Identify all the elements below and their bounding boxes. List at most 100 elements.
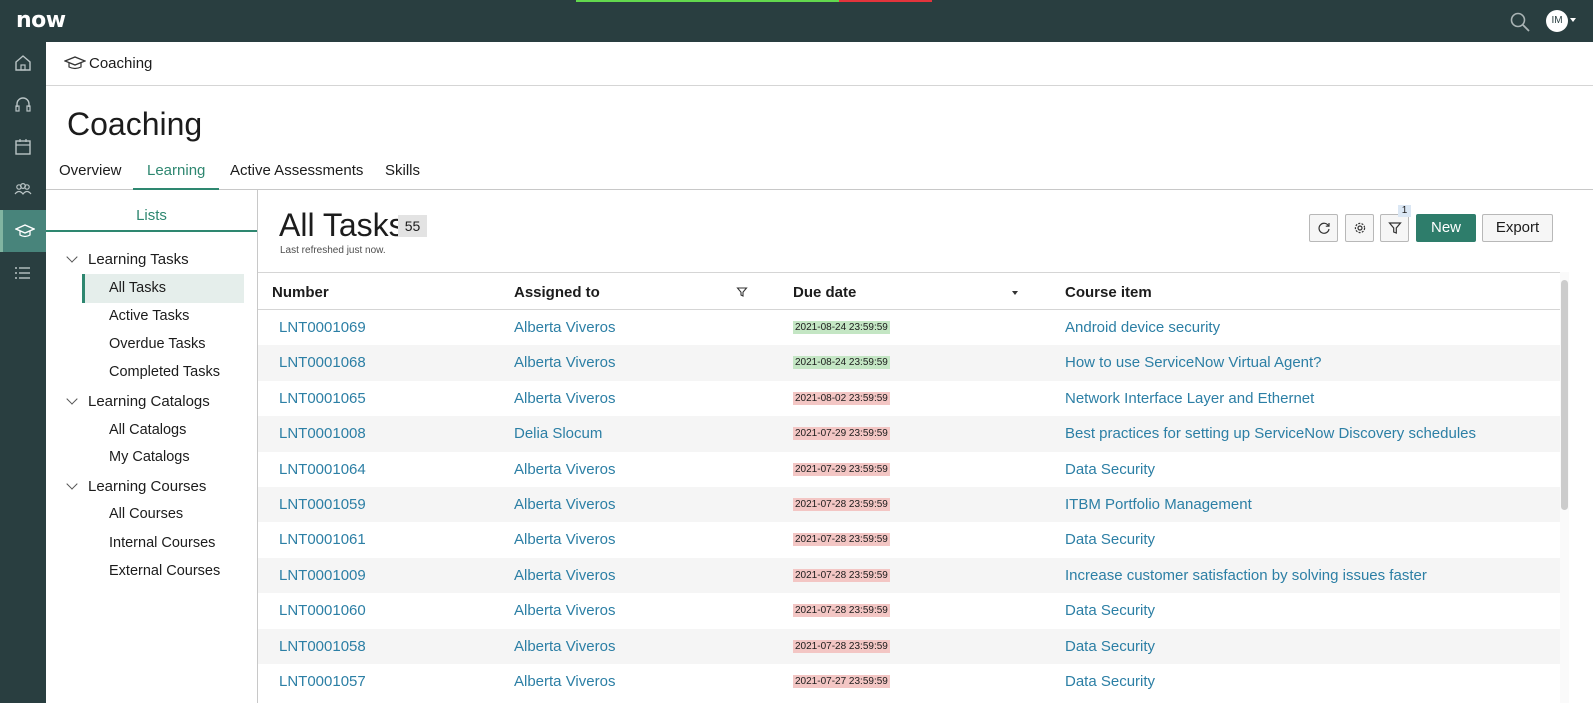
- chevron-down-icon[interactable]: [66, 393, 78, 405]
- row-number-link[interactable]: LNT0001057: [279, 673, 366, 690]
- row-number-link[interactable]: LNT0001008: [279, 425, 366, 442]
- row-number-link[interactable]: LNT0001058: [279, 638, 366, 655]
- row-due-date: 2021-08-24 23:59:59: [793, 321, 890, 334]
- scrollbar-thumb[interactable]: [1561, 280, 1568, 510]
- row-assigned-link[interactable]: Alberta Viveros: [514, 354, 615, 371]
- row-course-link[interactable]: Increase customer satisfaction by solvin…: [1065, 567, 1427, 584]
- settings-button[interactable]: [1345, 214, 1374, 242]
- table-scrollbar[interactable]: [1560, 272, 1569, 703]
- chevron-down-icon[interactable]: [66, 251, 78, 263]
- table-row[interactable]: LNT0001009 Alberta Viveros 2021-07-28 23…: [258, 557, 1560, 594]
- table-row[interactable]: LNT0001068 Alberta Viveros 2021-08-24 23…: [258, 345, 1560, 381]
- filter-button[interactable]: [1380, 214, 1409, 242]
- row-course-link[interactable]: Data Security: [1065, 531, 1155, 548]
- column-filter-icon[interactable]: [735, 285, 749, 299]
- table-row[interactable]: LNT0001060 Alberta Viveros 2021-07-28 23…: [258, 593, 1560, 628]
- rail-agent-workspace[interactable]: [0, 84, 46, 126]
- rail-lists[interactable]: [0, 252, 46, 294]
- row-course-link[interactable]: How to use ServiceNow Virtual Agent?: [1065, 354, 1322, 371]
- new-button[interactable]: New: [1416, 214, 1476, 242]
- tree-item-all-tasks[interactable]: All Tasks: [82, 274, 244, 303]
- tree-group-learning-tasks[interactable]: Learning Tasks: [66, 251, 189, 268]
- row-course-link[interactable]: Best practices for setting up ServiceNow…: [1065, 425, 1476, 442]
- tree-item-overdue-tasks[interactable]: Overdue Tasks: [82, 330, 244, 359]
- tree-group-learning-courses[interactable]: Learning Courses: [66, 478, 206, 495]
- record-count-badge: 55: [398, 215, 427, 237]
- user-avatar[interactable]: IM: [1546, 10, 1568, 32]
- table-row[interactable]: LNT0001058 Alberta Viveros 2021-07-28 23…: [258, 628, 1560, 664]
- row-assigned-link[interactable]: Alberta Viveros: [514, 496, 615, 513]
- row-number-link[interactable]: LNT0001065: [279, 390, 366, 407]
- table-row[interactable]: LNT0001064 Alberta Viveros 2021-07-29 23…: [258, 452, 1560, 487]
- row-assigned-link[interactable]: Delia Slocum: [514, 425, 602, 442]
- tree-group-learning-catalogs[interactable]: Learning Catalogs: [66, 393, 210, 410]
- lists-header[interactable]: Lists: [46, 190, 257, 232]
- column-header-due-date[interactable]: Due date: [793, 284, 856, 301]
- rail-home[interactable]: [0, 42, 46, 84]
- tree-item-completed-tasks[interactable]: Completed Tasks: [82, 358, 244, 387]
- table-row[interactable]: LNT0001008 Delia Slocum 2021-07-29 23:59…: [258, 416, 1560, 452]
- tree-item-all-courses[interactable]: All Courses: [82, 500, 244, 529]
- table-row[interactable]: LNT0001069 Alberta Viveros 2021-08-24 23…: [258, 310, 1560, 345]
- rail-schedule[interactable]: [0, 126, 46, 168]
- row-assigned-link[interactable]: Alberta Viveros: [514, 638, 615, 655]
- column-header-number[interactable]: Number: [272, 284, 329, 301]
- row-course-link[interactable]: Data Security: [1065, 673, 1155, 690]
- tree-item-all-catalogs[interactable]: All Catalogs: [82, 416, 244, 445]
- filter-count-badge: 1: [1398, 205, 1411, 217]
- row-course-link[interactable]: Data Security: [1065, 638, 1155, 655]
- table-row[interactable]: LNT0001065 Alberta Viveros 2021-08-02 23…: [258, 381, 1560, 416]
- list-icon: [15, 267, 30, 279]
- refresh-icon: [1318, 222, 1330, 234]
- row-assigned-link[interactable]: Alberta Viveros: [514, 531, 615, 548]
- tab-overview[interactable]: Overview: [59, 162, 122, 190]
- top-header: now IM: [0, 0, 1593, 42]
- row-number-link[interactable]: LNT0001068: [279, 354, 366, 371]
- progress-ok-segment: [576, 0, 839, 2]
- filter-icon: [1387, 222, 1402, 234]
- row-course-link[interactable]: Network Interface Layer and Ethernet: [1065, 390, 1314, 407]
- row-course-link[interactable]: ITBM Portfolio Management: [1065, 496, 1252, 513]
- tree-item-active-tasks[interactable]: Active Tasks: [82, 302, 244, 331]
- table-row[interactable]: LNT0001057 Alberta Viveros 2021-07-27 23…: [258, 664, 1560, 699]
- row-number-link[interactable]: LNT0001061: [279, 531, 366, 548]
- chevron-down-icon[interactable]: [1570, 18, 1576, 22]
- column-header-assigned-to[interactable]: Assigned to: [514, 284, 600, 301]
- row-due-date: 2021-07-28 23:59:59: [793, 568, 890, 582]
- rail-coaching[interactable]: [0, 210, 46, 252]
- row-due-date: 2021-07-28 23:59:59: [793, 533, 890, 547]
- row-number-link[interactable]: LNT0001069: [279, 319, 366, 336]
- tree-item-internal-courses[interactable]: Internal Courses: [82, 529, 244, 558]
- rail-team[interactable]: [0, 168, 46, 210]
- chevron-down-icon[interactable]: [66, 478, 78, 490]
- tree-item-my-catalogs[interactable]: My Catalogs: [82, 443, 244, 472]
- row-number-link[interactable]: LNT0001064: [279, 461, 366, 478]
- tree-item-external-courses[interactable]: External Courses: [82, 557, 244, 586]
- search-icon[interactable]: [1509, 11, 1531, 33]
- row-course-link[interactable]: Data Security: [1065, 461, 1155, 478]
- row-assigned-link[interactable]: Alberta Viveros: [514, 602, 615, 619]
- tab-learning[interactable]: Learning: [133, 162, 220, 190]
- column-header-course-item[interactable]: Course item: [1065, 284, 1152, 301]
- row-number-link[interactable]: LNT0001059: [279, 496, 366, 513]
- table-body: LNT0001069 Alberta Viveros 2021-08-24 23…: [258, 310, 1560, 699]
- export-button[interactable]: Export: [1482, 214, 1553, 242]
- row-course-link[interactable]: Data Security: [1065, 602, 1155, 619]
- sort-descending-icon[interactable]: [1012, 291, 1018, 295]
- tab-active-assessments[interactable]: Active Assessments: [230, 162, 363, 190]
- row-course-link[interactable]: Android device security: [1065, 319, 1220, 336]
- table-row[interactable]: LNT0001059 Alberta Viveros 2021-07-28 23…: [258, 486, 1560, 523]
- row-assigned-link[interactable]: Alberta Viveros: [514, 673, 615, 690]
- lists-sidebar: Lists Learning Tasks All Tasks Active Ta…: [46, 190, 258, 703]
- servicenow-logo[interactable]: now: [16, 10, 66, 32]
- tab-skills[interactable]: Skills: [385, 162, 420, 190]
- table-row[interactable]: LNT0001061 Alberta Viveros 2021-07-28 23…: [258, 522, 1560, 557]
- refresh-button[interactable]: [1309, 214, 1338, 242]
- row-assigned-link[interactable]: Alberta Viveros: [514, 319, 615, 336]
- row-assigned-link[interactable]: Alberta Viveros: [514, 461, 615, 478]
- row-number-link[interactable]: LNT0001009: [279, 567, 366, 584]
- row-assigned-link[interactable]: Alberta Viveros: [514, 567, 615, 584]
- row-due-date: 2021-08-24 23:59:59: [793, 356, 890, 370]
- row-number-link[interactable]: LNT0001060: [279, 602, 366, 619]
- row-assigned-link[interactable]: Alberta Viveros: [514, 390, 615, 407]
